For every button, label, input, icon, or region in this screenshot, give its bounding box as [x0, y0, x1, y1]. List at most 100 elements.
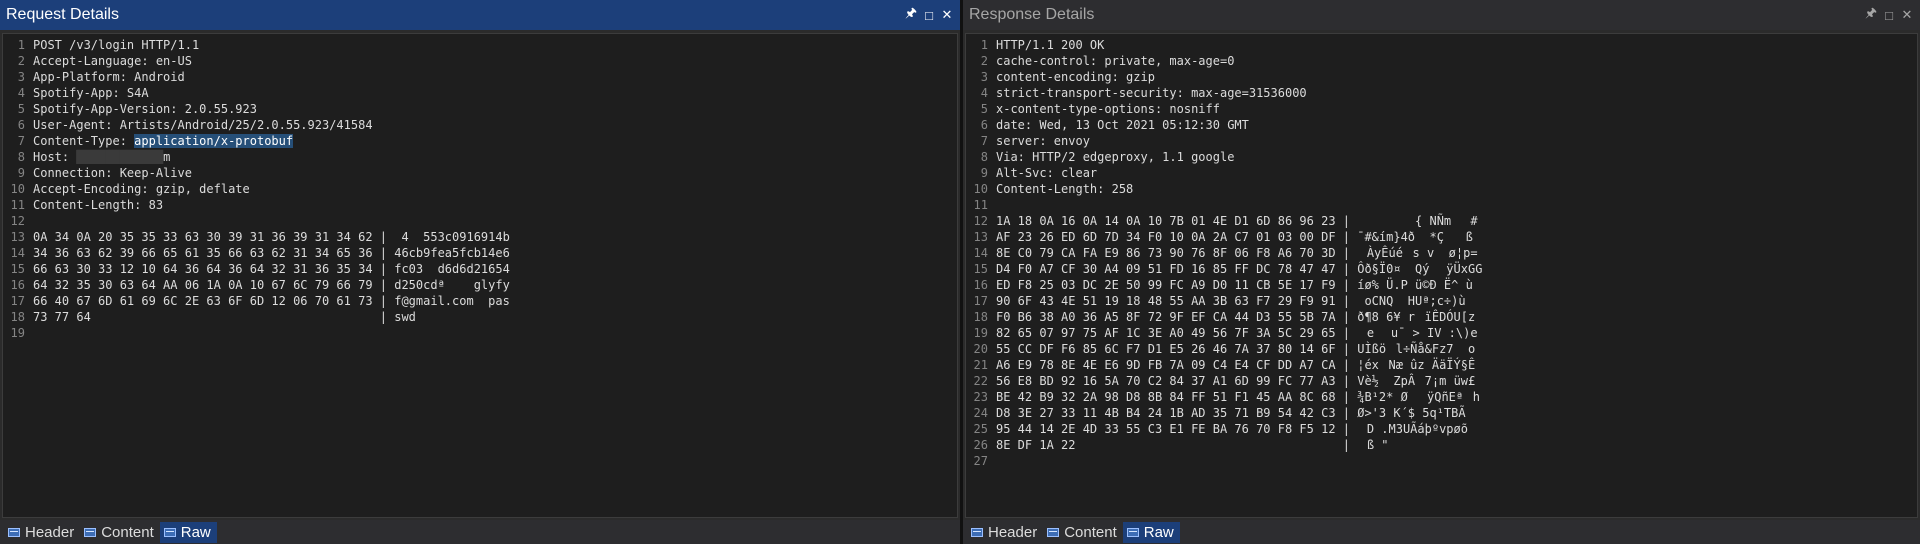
view-icon	[971, 527, 983, 537]
code-line: 12 1A 18 0A 16 0A 14 0A 10 7B 01 4E D1 6D…	[966, 213, 1917, 229]
code-line: 19	[3, 325, 957, 341]
line-text: server: envoy	[996, 134, 1090, 148]
line-number: 5	[980, 102, 988, 116]
code-line: 13 AF 23 26 ED 6D 7D 34 F0 10 0A 2A C7 01…	[966, 229, 1917, 245]
code-line: 15 66 63 30 33 12 10 64 36 64 36 64 32 31…	[3, 261, 957, 277]
line-number: 14	[973, 246, 988, 260]
tab-raw[interactable]: Raw	[1122, 521, 1180, 543]
line-number: 7	[17, 134, 25, 148]
line-number: 19	[973, 326, 988, 340]
code-line: 25 95 44 14 2E 4D 33 55 C3 E1 FE BA 76 70…	[966, 421, 1917, 437]
line-text: BE 42 B9 32 2A 98 D8 8B 84 FF 51 F1 45 A…	[996, 390, 1480, 404]
close-icon[interactable]: ✕	[1900, 7, 1914, 22]
code-line: 8 Host: ████████████m	[3, 149, 957, 165]
line-text: D8 3E 27 33 11 4B B4 24 1B AD 35 71 B9 5…	[996, 406, 1466, 420]
line-text: 73 77 64 | swd	[33, 310, 416, 324]
code-line: 1 POST /v3/login HTTP/1.1	[3, 37, 957, 53]
code-line: 16 64 32 35 30 63 64 AA 06 1A 0A 10 67 6C…	[3, 277, 957, 293]
response-raw-editor[interactable]: 1 HTTP/1.1 200 OK 2 cache-control: private,…	[965, 33, 1918, 518]
tab-header[interactable]: Header	[967, 522, 1043, 543]
code-line: 6 User-Agent: Artists/Android/25/2.0.55.9…	[3, 117, 957, 133]
tab-content[interactable]: Content	[1043, 522, 1123, 543]
line-text: 66 40 67 6D 61 69 6C 2E 63 6F 6D 12 06 7…	[33, 294, 510, 308]
code-line: 15 D4 F0 A7 CF 30 A4 09 51 FD 16 85 FF DC…	[966, 261, 1917, 277]
line-text: 90 6F 43 4E 51 19 18 48 55 AA 3B 63 F7 2…	[996, 294, 1473, 308]
line-number: 17	[10, 294, 25, 308]
line-number: 25	[973, 422, 988, 436]
code-line: 9 Alt-Svc: clear	[966, 165, 1917, 181]
line-text: 56 E8 BD 92 16 5A 70 C2 84 37 A1 6D 99 F…	[996, 374, 1476, 388]
line-number: 9	[980, 166, 988, 180]
line-text: content-encoding: gzip	[996, 70, 1155, 84]
line-text: 34 36 63 62 39 66 65 61 35 66 63 62 31 3…	[33, 246, 510, 260]
line-number: 12	[10, 214, 25, 228]
line-text: Spotify-App-Version: 2.0.55.923	[33, 102, 257, 116]
code-line: 20 55 CC DF F6 85 6C F7 D1 E5 26 46 7A 37…	[966, 341, 1917, 357]
line-text: Accept-Language: en-US	[33, 54, 192, 68]
view-icon	[163, 527, 176, 537]
line-number: 22	[973, 374, 988, 388]
view-icon	[1047, 527, 1060, 537]
line-number: 7	[980, 134, 988, 148]
request-title-bar[interactable]: Request Details 🖈 □ ✕	[0, 0, 960, 30]
tab-content[interactable]: Content	[80, 522, 160, 543]
line-number: 18	[10, 310, 25, 324]
line-number: 15	[10, 262, 25, 276]
line-number: 2	[980, 54, 988, 68]
pin-icon[interactable]: 🖈	[1864, 5, 1878, 22]
line-text: Content-Type: application/x-protobuf	[33, 134, 294, 148]
code-line: 14 8E C0 79 CA FA E9 86 73 90 76 8F 06 F8…	[966, 245, 1917, 261]
pin-icon[interactable]: 🖈	[904, 5, 918, 22]
line-number: 13	[973, 230, 988, 244]
request-title: Request Details	[6, 6, 119, 23]
line-number: 27	[973, 454, 988, 468]
line-text: Content-Length: 258	[996, 182, 1134, 196]
line-text: x-content-type-options: nosniff	[996, 102, 1220, 116]
response-title: Response Details	[969, 6, 1095, 23]
maximize-icon[interactable]: □	[922, 8, 936, 23]
line-text: App-Platform: Android	[33, 70, 185, 84]
line-number: 4	[980, 86, 988, 100]
line-text: A6 E9 78 8E 4E E6 9D FB 7A 09 C4 E4 CF D…	[996, 358, 1476, 372]
code-line: 18 73 77 64 | swd	[3, 309, 957, 325]
line-number: 26	[973, 438, 988, 452]
line-number: 21	[973, 358, 988, 372]
line-number: 12	[973, 214, 988, 228]
line-text: Content-Length: 83	[33, 198, 164, 212]
request-tab-bar: Header Content Raw	[0, 520, 960, 544]
line-text: POST /v3/login HTTP/1.1	[33, 38, 200, 52]
code-line: 7 Content-Type: application/x-protobuf	[3, 133, 957, 149]
code-line: 7 server: envoy	[966, 133, 1917, 149]
line-number: 13	[10, 230, 25, 244]
code-line: 16 ED F8 25 03 DC 2E 50 99 FC A9 D0 11 CB…	[966, 277, 1917, 293]
view-icon	[84, 527, 97, 537]
line-number: 10	[973, 182, 988, 196]
code-line: 22 56 E8 BD 92 16 5A 70 C2 84 37 A1 6D 99…	[966, 373, 1917, 389]
line-number: 24	[973, 406, 988, 420]
code-line: 18 F0 B6 38 A0 36 A5 8F 72 9F EF CA 44 D3…	[966, 309, 1917, 325]
line-text: HTTP/1.1 200 OK	[996, 38, 1105, 52]
line-number: 6	[980, 118, 988, 132]
line-number: 3	[980, 70, 988, 84]
line-number: 16	[973, 278, 988, 292]
close-icon[interactable]: ✕	[940, 7, 954, 22]
code-line: 2 cache-control: private, max-age=0	[966, 53, 1917, 69]
code-line: 3 content-encoding: gzip	[966, 69, 1917, 85]
tab-raw[interactable]: Raw	[159, 521, 217, 543]
request-details-pane: Request Details 🖈 □ ✕ 1 POST /v3/login HT…	[0, 0, 960, 544]
code-line: 3 App-Platform: Android	[3, 69, 957, 85]
response-title-bar[interactable]: Response Details 🖈 □ ✕	[963, 0, 1920, 30]
code-line: 2 Accept-Language: en-US	[3, 53, 957, 69]
line-text: Alt-Svc: clear	[996, 166, 1098, 180]
code-line: 12	[3, 213, 957, 229]
maximize-icon[interactable]: □	[1882, 8, 1896, 23]
request-raw-editor[interactable]: 1 POST /v3/login HTTP/1.1 2 Accept-Language…	[2, 33, 958, 518]
line-number: 2	[17, 54, 25, 68]
code-line: 27	[966, 453, 1917, 469]
line-text: D4 F0 A7 CF 30 A4 09 51 FD 16 85 FF DC 7…	[996, 262, 1483, 276]
line-text: Host: ████████████m	[33, 150, 171, 164]
code-line: 24 D8 3E 27 33 11 4B B4 24 1B AD 35 71 B9…	[966, 405, 1917, 421]
tab-header[interactable]: Header	[4, 522, 80, 543]
line-number: 14	[10, 246, 25, 260]
line-text: Accept-Encoding: gzip, deflate	[33, 182, 250, 196]
